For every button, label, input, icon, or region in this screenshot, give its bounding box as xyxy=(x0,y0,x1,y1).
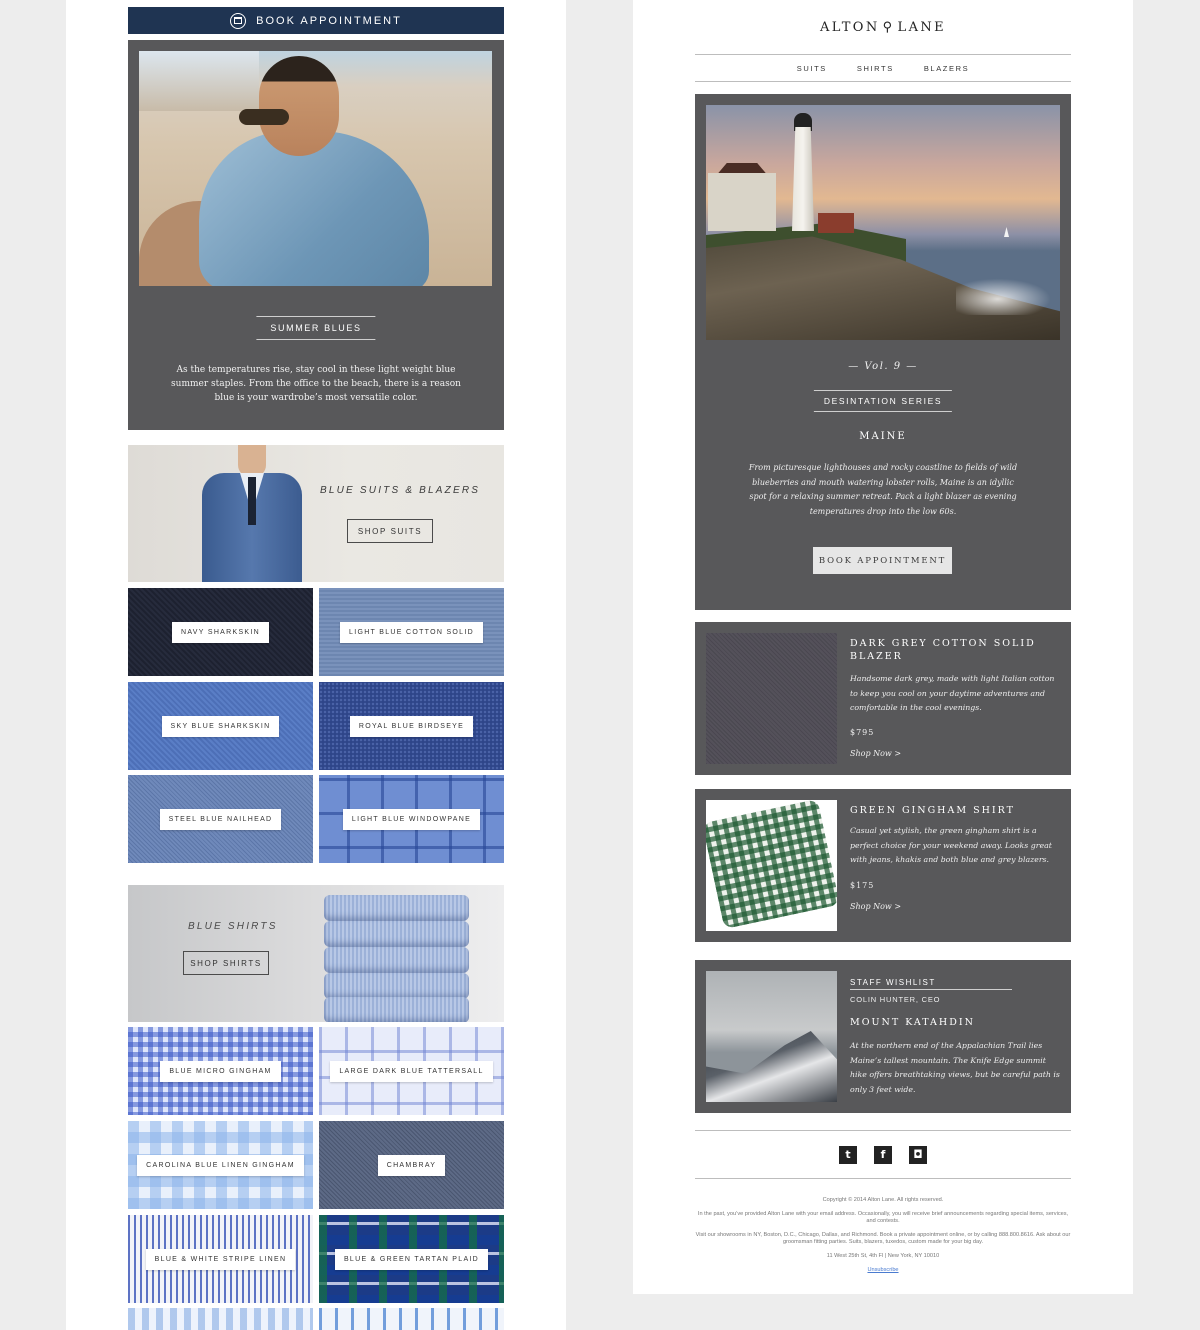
swatch-light-blue-windowpane[interactable]: LIGHT BLUE WINDOWPANE xyxy=(319,775,504,863)
swatch-large-dark-blue-tattersall[interactable]: LARGE DARK BLUE TATTERSALL xyxy=(319,1027,504,1115)
calendar-icon xyxy=(230,12,247,29)
blue-shirts-banner[interactable]: BLUE SHIRTS SHOP SHIRTS xyxy=(128,885,504,1022)
product-description: Casual yet stylish, the green gingham sh… xyxy=(850,826,1052,864)
swatch-label: CHAMBRAY xyxy=(377,1154,446,1176)
swatch-steel-blue-nailhead[interactable]: STEEL BLUE NAILHEAD xyxy=(128,775,313,863)
blue-suits-title: BLUE SUITS & BLAZERS xyxy=(320,485,481,496)
swatch-blue-green-tartan-plaid[interactable]: BLUE & GREEN TARTAN PLAID xyxy=(319,1215,504,1303)
swatch-partial[interactable] xyxy=(128,1308,313,1330)
nav-blazers[interactable]: BLAZERS xyxy=(924,64,969,73)
destination-text: From picturesque lighthouses and rocky c… xyxy=(748,463,1018,516)
mountain-photo[interactable] xyxy=(706,971,837,1102)
summer-blues-title: SUMMER BLUES xyxy=(256,316,376,340)
summer-blues-text: As the temperatures rise, stay cool in t… xyxy=(171,365,461,403)
product-card-blazer: DARK GREY COTTON SOLID BLAZER Handsome d… xyxy=(695,622,1071,775)
swatch-label: STEEL BLUE NAILHEAD xyxy=(159,808,282,830)
shirt-stack-image xyxy=(324,891,469,1022)
footer-address: 11 West 25th St, 4th Fl | New York, NY 1… xyxy=(826,1253,940,1259)
social-links: t f ◘ xyxy=(695,1130,1071,1179)
blue-shirts-title: BLUE SHIRTS xyxy=(188,921,278,932)
footer-notice: In the past, you’ve provided Alton Lane … xyxy=(697,1211,1069,1224)
swatch-chambray[interactable]: CHAMBRAY xyxy=(319,1121,504,1209)
nav-shirts[interactable]: SHIRTS xyxy=(857,64,894,73)
product-description: Handsome dark grey, made with light Ital… xyxy=(850,674,1055,712)
shop-now-link[interactable]: Shop Now > xyxy=(850,749,901,758)
instagram-icon[interactable]: ◘ xyxy=(909,1145,927,1164)
lighthouse-photo[interactable] xyxy=(706,105,1060,340)
swatch-carolina-blue-linen-gingham[interactable]: CAROLINA BLUE LINEN GINGHAM xyxy=(128,1121,313,1209)
swatch-label: LARGE DARK BLUE TATTERSALL xyxy=(330,1060,493,1082)
wishlist-title: MOUNT KATAHDIN xyxy=(850,1017,975,1028)
swatch-sky-blue-sharkskin[interactable]: SKY BLUE SHARKSKIN xyxy=(128,682,313,770)
summer-blues-card: SUMMER BLUES As the temperatures rise, s… xyxy=(128,40,504,430)
shop-now-link[interactable]: Shop Now > xyxy=(850,902,901,911)
volume-label: — Vol. 9 — xyxy=(848,361,918,372)
staff-wishlist-card: STAFF WISHLIST COLIN HUNTER, CEO MOUNT K… xyxy=(695,960,1071,1113)
book-appointment-bar[interactable]: BOOK APPOINTMENT xyxy=(128,7,504,34)
swatch-label: NAVY SHARKSKIN xyxy=(171,621,270,643)
product-title: GREEN GINGHAM SHIRT xyxy=(850,805,1015,816)
logo-word-right: LANE xyxy=(897,20,947,35)
right-email: ALTON ⚲ LANE SUITS SHIRTS BLAZERS — Vol. 9… xyxy=(633,0,1133,1294)
left-email: BOOK APPOINTMENT SUMMER BLUES As the tem… xyxy=(66,0,566,1330)
swatch-label: BLUE & WHITE STRIPE LINEN xyxy=(145,1248,296,1270)
alton-lane-logo[interactable]: ALTON ⚲ LANE xyxy=(633,20,1133,35)
swatch-label: CAROLINA BLUE LINEN GINGHAM xyxy=(137,1154,304,1176)
blazer-fabric-image[interactable] xyxy=(706,633,837,764)
product-card-gingham: GREEN GINGHAM SHIRT Casual yet stylish, … xyxy=(695,789,1071,942)
gingham-shirt-image[interactable] xyxy=(706,800,837,931)
swatch-royal-blue-birdseye[interactable]: ROYAL BLUE BIRDSEYE xyxy=(319,682,504,770)
destination-title: MAINE xyxy=(859,431,907,442)
swatch-blue-micro-gingham[interactable]: BLUE MICRO GINGHAM xyxy=(128,1027,313,1115)
swatch-label: SKY BLUE SHARKSKIN xyxy=(161,715,280,737)
suit-model-image xyxy=(202,445,302,582)
logo-word-left: ALTON xyxy=(819,20,880,35)
book-appointment-button[interactable]: BOOK APPOINTMENT xyxy=(813,547,952,574)
blue-suits-banner[interactable]: BLUE SUITS & BLAZERS SHOP SUITS xyxy=(128,445,504,582)
swatch-label: BLUE MICRO GINGHAM xyxy=(160,1060,281,1082)
twitter-icon[interactable]: t xyxy=(839,1145,857,1164)
logo-mark-icon: ⚲ xyxy=(882,20,895,35)
destination-series-card: — Vol. 9 — DESINTATION SERIES MAINE From… xyxy=(695,94,1071,610)
swatch-label: BLUE & GREEN TARTAN PLAID xyxy=(334,1248,489,1270)
unsubscribe-link[interactable]: Unsubscribe xyxy=(867,1267,898,1273)
nav-suits[interactable]: SUITS xyxy=(797,64,827,73)
swatch-blue-white-stripe-linen[interactable]: BLUE & WHITE STRIPE LINEN xyxy=(128,1215,313,1303)
swatch-navy-sharkskin[interactable]: NAVY SHARKSKIN xyxy=(128,588,313,676)
product-title: DARK GREY COTTON SOLID BLAZER xyxy=(850,638,1036,662)
summer-hero-photo[interactable] xyxy=(139,51,492,286)
wishlist-author: COLIN HUNTER, CEO xyxy=(850,995,941,1004)
book-appointment-label: BOOK APPOINTMENT xyxy=(256,14,402,27)
footer: Copyright © 2014 Alton Lane. All rights … xyxy=(695,1197,1071,1281)
shop-suits-button[interactable]: SHOP SUITS xyxy=(347,519,433,543)
swatch-partial[interactable] xyxy=(319,1308,504,1330)
product-price: $175 xyxy=(850,881,875,890)
footer-visit: Visit our showrooms in NY, Boston, D.C.,… xyxy=(695,1232,1071,1245)
swatch-light-blue-cotton-solid[interactable]: LIGHT BLUE COTTON SOLID xyxy=(319,588,504,676)
shop-shirts-button[interactable]: SHOP SHIRTS xyxy=(183,951,269,975)
series-title: DESINTATION SERIES xyxy=(813,390,953,412)
staff-wishlist-label: STAFF WISHLIST xyxy=(850,978,1012,990)
footer-copyright: Copyright © 2014 Alton Lane. All rights … xyxy=(822,1197,944,1203)
product-price: $795 xyxy=(850,728,875,737)
top-nav: SUITS SHIRTS BLAZERS xyxy=(695,54,1071,82)
wishlist-text: At the northern end of the Appalachian T… xyxy=(850,1041,1060,1094)
swatch-label: ROYAL BLUE BIRDSEYE xyxy=(349,715,474,737)
swatch-label: LIGHT BLUE WINDOWPANE xyxy=(342,808,481,830)
facebook-icon[interactable]: f xyxy=(874,1145,892,1164)
swatch-label: LIGHT BLUE COTTON SOLID xyxy=(340,621,483,643)
